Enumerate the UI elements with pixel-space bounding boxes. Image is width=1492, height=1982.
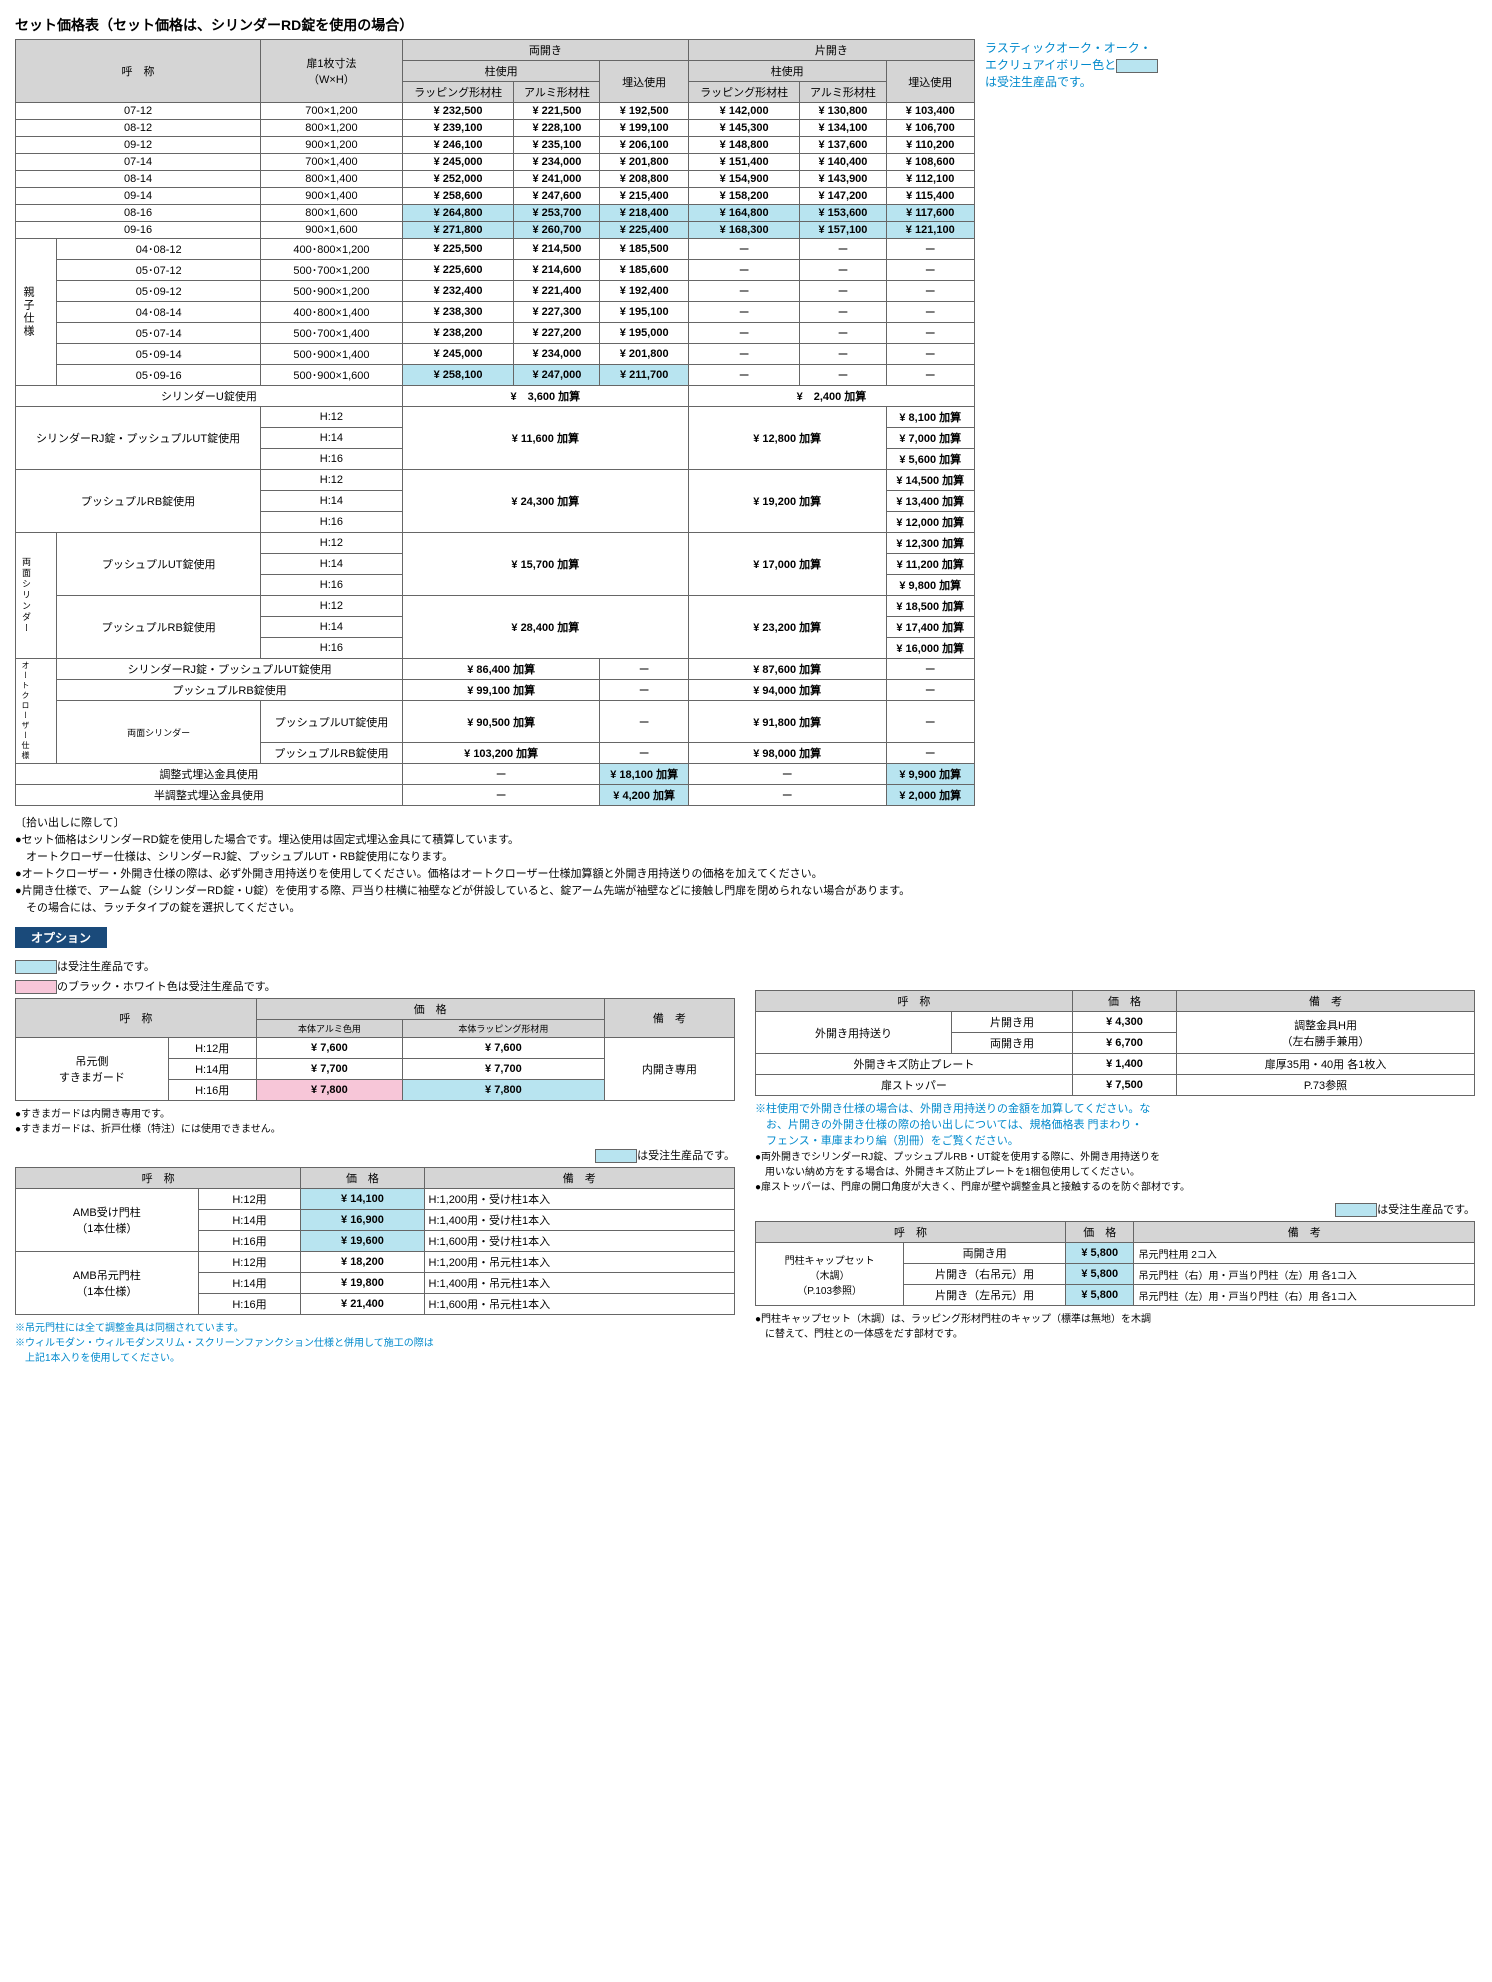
table-row: 07-14700×1,400¥ 245,000¥ 234,000¥ 201,80… bbox=[16, 154, 975, 171]
table-row: 05･09-14500･900×1,400¥ 245,000¥ 234,000¥… bbox=[16, 344, 975, 365]
adj-full: 調整式埋込金具使用 ー ¥ 18,100 加算 ー ¥ 9,900 加算 bbox=[16, 764, 975, 785]
swatch-blue-icon bbox=[15, 960, 57, 974]
option-table-2: 呼 称価 格備 考 AMB受け門柱 （1本仕様）H:12用¥ 14,100H:1… bbox=[15, 1167, 735, 1315]
table-row: シリンダーRJ錠・プッシュプルUT錠使用H:12¥ 11,600 加算¥ 12,… bbox=[16, 407, 975, 428]
table-row: AMB吊元門柱 （1本仕様）H:12用¥ 18,200H:1,200用・吊元柱1… bbox=[16, 1252, 735, 1273]
hdr-dim: 扉1枚寸法 （W×H） bbox=[261, 40, 403, 103]
swatch-blue-icon bbox=[595, 1149, 637, 1163]
table-row: 05･09-16500･900×1,600¥ 258,100¥ 247,000¥… bbox=[16, 365, 975, 386]
swatch-pink-icon bbox=[15, 980, 57, 994]
table-row: 門柱キャップセット （木調） （P.103参照）両開き用¥ 5,800吊元門柱用… bbox=[756, 1243, 1475, 1264]
table-row: 吊元側 すきまガードH:12用¥ 7,600¥ 7,600内開き専用 bbox=[16, 1038, 735, 1059]
swatch-icon bbox=[1116, 59, 1158, 73]
table-row: 05･07-14500･700×1,400¥ 238,200¥ 227,200¥… bbox=[16, 323, 975, 344]
table-row: 07-12700×1,200¥ 232,500¥ 221,500¥ 192,50… bbox=[16, 103, 975, 120]
table-row: プッシュプルRB錠使用H:12¥ 28,400 加算¥ 23,200 加算¥ 1… bbox=[16, 596, 975, 617]
hdr-both: 両開き bbox=[402, 40, 688, 61]
table-row: 両面シリンダープッシュプルUT錠使用¥ 90,500 加算ー¥ 91,800 加… bbox=[16, 701, 975, 743]
option-header: オプション bbox=[15, 927, 107, 948]
table-row: 09-12900×1,200¥ 246,100¥ 235,100¥ 206,10… bbox=[16, 137, 975, 154]
table-row: 両面シリンダープッシュプルUT錠使用H:12¥ 15,700 加算¥ 17,00… bbox=[16, 533, 975, 554]
hdr-single: 片開き bbox=[688, 40, 974, 61]
table-row: 09-16900×1,600¥ 271,800¥ 260,700¥ 225,40… bbox=[16, 222, 975, 239]
cyl-u-row: シリンダーU錠使用 ¥ 3,600 加算 ¥ 2,400 加算 bbox=[16, 386, 975, 407]
table-row: 08-12800×1,200¥ 239,100¥ 228,100¥ 199,10… bbox=[16, 120, 975, 137]
table-row: 08-16800×1,600¥ 264,800¥ 253,700¥ 218,40… bbox=[16, 205, 975, 222]
table-row: AMB受け門柱 （1本仕様）H:12用¥ 14,100H:1,200用・受け柱1… bbox=[16, 1189, 735, 1210]
side-note: ラスティックオーク・オーク・ エクリュアイボリー色と は受注生産品です。 bbox=[985, 39, 1175, 806]
option-table-3: 呼 称価 格備 考 外開き用持送り片開き用¥ 4,300調整金具H用（左右勝手兼… bbox=[755, 990, 1475, 1096]
notes-block: 〔拾い出しに際して〕 ●セット価格はシリンダーRD錠を使用した場合です。埋込使用… bbox=[15, 814, 1475, 915]
page-title: セット価格表（セット価格は、シリンダーRD錠を使用の場合） bbox=[15, 15, 1475, 35]
table-row: 05･07-12500･700×1,200¥ 225,600¥ 214,600¥… bbox=[16, 260, 975, 281]
table-row: 09-14900×1,400¥ 258,600¥ 247,600¥ 215,40… bbox=[16, 188, 975, 205]
table-row: 親子仕様04･08-12400･800×1,200¥ 225,500¥ 214,… bbox=[16, 239, 975, 260]
table-row: プッシュプルRB錠使用H:12¥ 24,300 加算¥ 19,200 加算¥ 1… bbox=[16, 470, 975, 491]
option-table-1: 呼 称価 格備 考 本体アルミ色用本体ラッピング形材用 吊元側 すきまガードH:… bbox=[15, 998, 735, 1101]
main-price-table: 呼 称 扉1枚寸法 （W×H） 両開き 片開き 柱使用 埋込使用 柱使用 埋込使… bbox=[15, 39, 975, 806]
table-row: 08-14800×1,400¥ 252,000¥ 241,000¥ 208,80… bbox=[16, 171, 975, 188]
swatch-blue-icon bbox=[1335, 1203, 1377, 1217]
table-row: 04･08-14400･800×1,400¥ 238,300¥ 227,300¥… bbox=[16, 302, 975, 323]
table-row: 05･09-12500･900×1,200¥ 232,400¥ 221,400¥… bbox=[16, 281, 975, 302]
table-row: オートクローザー仕様シリンダーRJ錠・プッシュプルUT錠使用¥ 86,400 加… bbox=[16, 659, 975, 680]
hdr-name: 呼 称 bbox=[16, 40, 261, 103]
table-row: プッシュプルRB錠使用¥ 99,100 加算ー¥ 94,000 加算ー bbox=[16, 680, 975, 701]
option-table-4: 呼 称価 格備 考 門柱キャップセット （木調） （P.103参照）両開き用¥ … bbox=[755, 1221, 1475, 1306]
adj-half: 半調整式埋込金具使用 ー ¥ 4,200 加算 ー ¥ 2,000 加算 bbox=[16, 785, 975, 806]
